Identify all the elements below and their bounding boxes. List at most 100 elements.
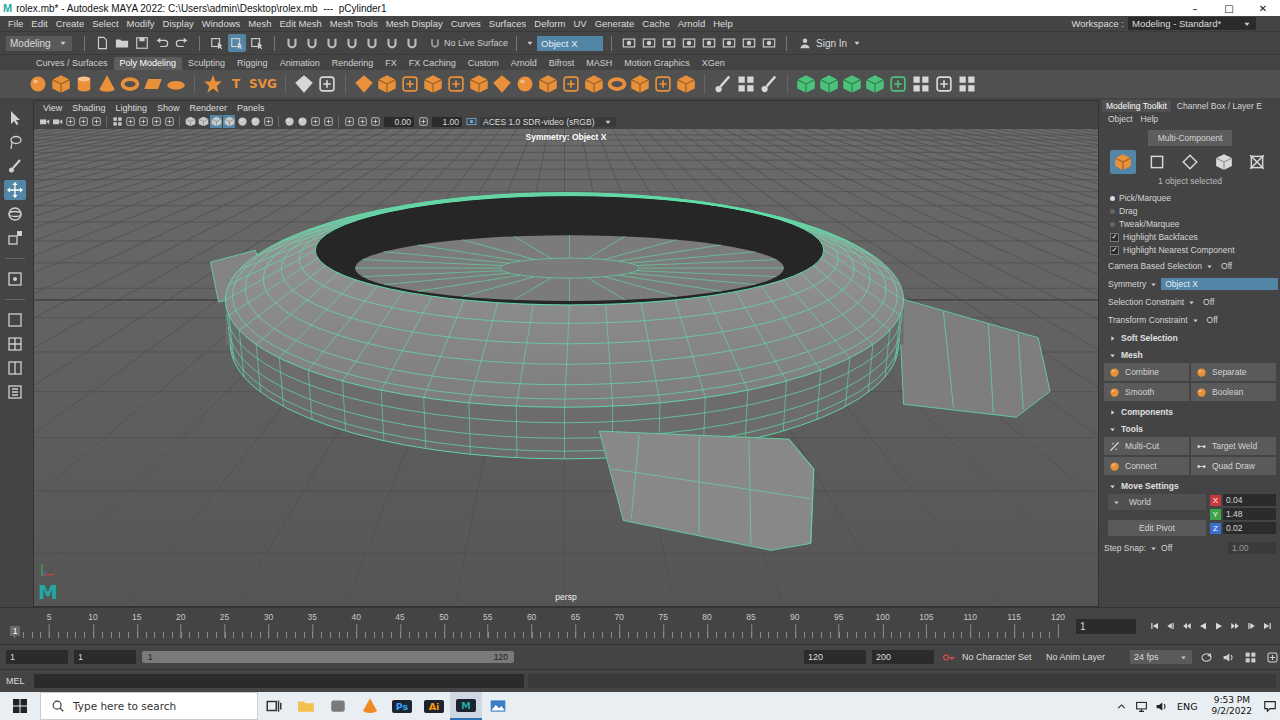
gamma-button[interactable]	[417, 115, 429, 128]
panel-tool-button[interactable]	[137, 115, 149, 128]
panel-menu-item[interactable]: Shading	[67, 103, 110, 113]
exposure-field[interactable]: 0.00	[384, 117, 414, 127]
selection-mask-button[interactable]	[208, 34, 226, 52]
mesh-button[interactable]: Smooth	[1104, 383, 1189, 401]
panel-tab[interactable]: Modeling Toolkit	[1102, 100, 1171, 112]
script-language-label[interactable]: MEL	[6, 676, 30, 686]
panel-tool-button[interactable]	[38, 115, 50, 128]
tool-button[interactable]	[4, 310, 26, 330]
section-header[interactable]: Mesh	[1102, 346, 1278, 363]
tool-button[interactable]	[4, 180, 26, 200]
tool-button[interactable]	[4, 204, 26, 224]
panel-menu-item[interactable]: Renderer	[184, 103, 232, 113]
menu-item[interactable]: Curves	[447, 18, 485, 29]
shelf-tab[interactable]: Bifrost	[543, 57, 581, 70]
render-button[interactable]	[720, 34, 738, 52]
shelf-button[interactable]	[74, 72, 94, 96]
window-control-button[interactable]: □	[1212, 0, 1246, 16]
panel-tool-button[interactable]	[296, 115, 308, 128]
panel-tool-button[interactable]	[369, 115, 381, 128]
menu-item[interactable]: Surfaces	[485, 18, 531, 29]
menu-item[interactable]: Display	[159, 18, 198, 29]
language-indicator[interactable]: ENG	[1171, 701, 1203, 712]
mesh-button[interactable]: Separate	[1191, 363, 1276, 381]
shelf-tab[interactable]: Rendering	[326, 57, 380, 70]
shelf-button[interactable]	[957, 72, 977, 96]
playhead[interactable]: 1	[10, 626, 20, 636]
shelf-button[interactable]	[400, 72, 420, 96]
panel-tool-button[interactable]	[197, 115, 209, 128]
snap-button[interactable]	[303, 34, 321, 52]
clock[interactable]: 9:53 PM9/2/2022	[1204, 695, 1260, 717]
symmetry-field[interactable]: Object X	[537, 36, 603, 51]
shelf-button[interactable]	[630, 72, 650, 96]
notification-button[interactable]	[1260, 699, 1280, 713]
current-frame-field[interactable]: 1	[1076, 619, 1136, 634]
component-mode-button[interactable]	[1244, 150, 1270, 174]
step-snap-dropdown[interactable]: Off	[1161, 543, 1225, 553]
option-checkbox[interactable]: ✓Highlight Backfaces	[1110, 231, 1278, 244]
setting-dropdown[interactable]: Off	[1217, 260, 1278, 272]
shelf-button[interactable]	[538, 72, 558, 96]
character-set-dropdown[interactable]: No Character Set	[962, 652, 1040, 662]
live-surface-label[interactable]: No Live Surface	[429, 37, 508, 49]
search-box[interactable]: Type here to search	[40, 692, 258, 720]
render-button[interactable]	[620, 34, 638, 52]
tool-button[interactable]: Multi-Cut	[1104, 437, 1189, 455]
panel-tool-button[interactable]	[77, 115, 89, 128]
component-mode-button[interactable]	[1110, 150, 1136, 174]
playback-button[interactable]	[1196, 618, 1210, 634]
range-option-button[interactable]	[1198, 651, 1214, 664]
shelf-tab[interactable]: FX Caching	[403, 57, 462, 70]
shelf-button[interactable]	[819, 72, 839, 96]
shelf-button[interactable]	[294, 72, 314, 96]
shelf-tab[interactable]: Poly Modeling	[114, 57, 183, 70]
shelf-button[interactable]	[713, 72, 733, 96]
shelf-button[interactable]	[934, 72, 954, 96]
range-end-field[interactable]: 120	[804, 650, 866, 664]
menu-item[interactable]: Arnold	[674, 18, 709, 29]
step-snap-amount[interactable]: 1.00	[1228, 542, 1276, 554]
sign-in-button[interactable]: Sign In	[799, 37, 869, 49]
shelf-button[interactable]	[888, 72, 908, 96]
pick-mode-radio[interactable]: Tweak/Marquee	[1110, 218, 1278, 231]
workspace-dropdown[interactable]: Modeling - Standard*	[1128, 17, 1256, 30]
playback-button[interactable]	[1164, 618, 1178, 634]
shelf-button[interactable]	[120, 72, 140, 96]
tool-button[interactable]	[4, 228, 26, 248]
tool-button[interactable]: Connect	[1104, 457, 1189, 475]
shelf-button[interactable]	[676, 72, 696, 96]
selection-mask-button[interactable]	[248, 34, 266, 52]
shelf-button[interactable]	[584, 72, 604, 96]
toolkit-menu-item[interactable]: Help	[1141, 114, 1158, 124]
selection-mask-button[interactable]	[228, 34, 246, 52]
playback-button[interactable]	[1180, 618, 1194, 634]
shelf-button[interactable]	[842, 72, 862, 96]
taskbar-app[interactable]	[354, 692, 386, 720]
shelf-button[interactable]	[911, 72, 931, 96]
color-management-button[interactable]	[465, 115, 477, 128]
shelf-button[interactable]	[166, 72, 186, 96]
panel-tool-button[interactable]	[150, 115, 162, 128]
shelf-button[interactable]	[561, 72, 581, 96]
shelf-button[interactable]	[143, 72, 163, 96]
shelf-button[interactable]	[796, 72, 816, 96]
panel-tab[interactable]: Channel Box / Layer E	[1173, 100, 1266, 112]
shelf-button[interactable]	[515, 72, 535, 96]
shelf-button[interactable]	[97, 72, 117, 96]
taskbar-app[interactable]	[322, 692, 354, 720]
shelf-button[interactable]	[423, 72, 443, 96]
range-option-button[interactable]	[1264, 651, 1280, 664]
shelf-tab[interactable]: Arnold	[505, 57, 543, 70]
playback-button[interactable]	[1244, 618, 1258, 634]
axis-value-field[interactable]: 0.02	[1223, 522, 1276, 534]
section-header[interactable]: Components	[1102, 403, 1278, 420]
snap-button[interactable]	[343, 34, 361, 52]
shelf-tab[interactable]: XGen	[696, 57, 731, 70]
range-bar[interactable]: 1120	[142, 651, 514, 663]
playback-button[interactable]	[1212, 618, 1226, 634]
shelf-button[interactable]	[469, 72, 489, 96]
file-button[interactable]	[153, 34, 171, 52]
playback-button[interactable]	[1260, 618, 1274, 634]
render-button[interactable]	[680, 34, 698, 52]
